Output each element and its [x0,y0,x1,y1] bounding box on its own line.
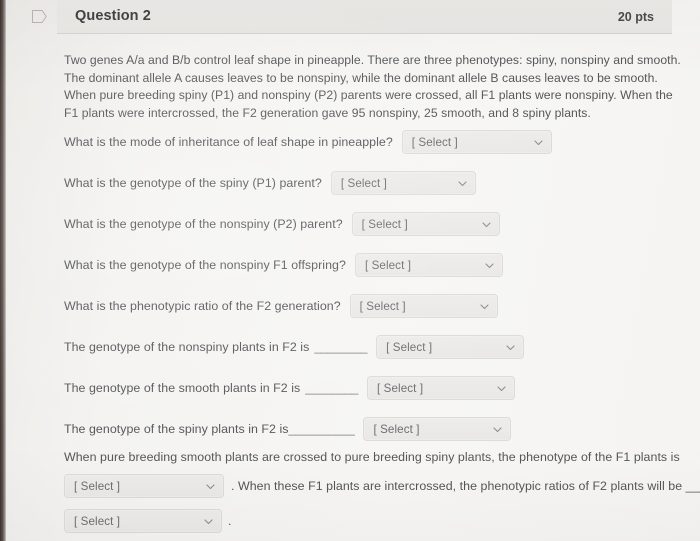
select-genotype-nonspiny-p2[interactable]: [ Select ] [351,212,500,236]
chevron-down-icon [534,138,543,147]
select-f2-phenotypic-ratios[interactable]: [ Select ] [64,509,222,533]
question-page: Question 2 20 pts Two genes A/a and B/b … [0,0,700,541]
question-header: Question 2 20 pts [57,0,672,34]
tail-text-after-select-2: . [228,514,232,528]
question-row-2: What is the genotype of the spiny (P1) p… [64,171,476,195]
chevron-down-icon [458,179,467,188]
page-title: Question 2 [75,8,151,24]
question-label-2: What is the genotype of the spiny (P1) p… [64,176,322,190]
tail-row-3: [ Select ] . [64,509,231,533]
select-value: [ Select ] [364,258,412,272]
question-row-5: What is the phenotypic ratio of the F2 g… [64,294,498,318]
question-label-7: The genotype of the smooth plants in F2 … [64,381,301,395]
chevron-down-icon [497,384,506,393]
question-row-7: The genotype of the smooth plants in F2 … [64,376,516,400]
question-row-3: What is the genotype of the nonspiny (P2… [64,212,500,236]
tail-text-line-1: When pure breeding smooth plants are cro… [64,450,680,464]
chevron-down-icon [206,482,215,491]
chevron-down-icon [506,343,515,352]
chevron-down-icon [485,261,494,270]
select-value: [ Select ] [74,514,121,528]
question-label-3: What is the genotype of the nonspiny (P2… [64,217,343,231]
question-label-8: The genotype of the spiny plants in F2 i… [64,422,289,436]
question-row-4: What is the genotype of the nonspiny F1 … [64,253,503,277]
tail-row-2: [ Select ] . When these F1 plants are in… [64,474,700,498]
select-mode-of-inheritance[interactable]: [ Select ] [401,130,552,154]
question-label-1: What is the mode of inheritance of leaf … [64,135,393,149]
select-genotype-nonspiny-f2[interactable]: [ Select ] [376,335,525,359]
select-genotype-spiny-f2[interactable]: [ Select ] [363,417,512,441]
points-badge: 20 pts [617,10,654,24]
question-blank-8: __________ [288,422,355,436]
select-phenotypic-ratio-f2[interactable]: [ Select ] [349,294,498,318]
select-genotype-spiny-p1[interactable]: [ Select ] [330,171,476,195]
chevron-down-icon [493,425,503,434]
select-value: [ Select ] [411,135,458,149]
select-value: [ Select ] [361,217,408,231]
question-row-8: The genotype of the spiny plants in F2 i… [64,417,512,441]
chevron-down-icon [204,517,213,526]
left-gutter [6,0,57,541]
select-genotype-smooth-f2[interactable]: [ Select ] [367,376,516,400]
select-value: [ Select ] [373,422,420,436]
select-value: [ Select ] [359,299,406,313]
select-value: [ Select ] [386,340,433,354]
select-value: [ Select ] [340,176,387,190]
tag-icon [32,10,47,23]
question-label-6: The genotype of the nonspiny plants in F… [64,340,310,354]
question-blank-7: ________ [305,381,359,395]
question-prompt-paragraph: Two genes A/a and B/b control leaf shape… [64,53,681,120]
select-genotype-nonspiny-f1[interactable]: [ Select ] [354,253,503,277]
select-f1-phenotype[interactable]: [ Select ] [64,474,224,498]
tail-text-after-select-1: . When these F1 plants are intercrossed,… [231,479,700,493]
question-row-6: The genotype of the nonspiny plants in F… [64,335,525,359]
select-value: [ Select ] [74,479,121,493]
question-content: Two genes A/a and B/b control leaf shape… [57,34,700,541]
question-blank-6: ________ [314,340,368,354]
question-row-1: What is the mode of inheritance of leaf … [64,130,552,154]
question-label-4: What is the genotype of the nonspiny F1 … [64,258,346,272]
chevron-down-icon [480,302,489,311]
chevron-down-icon [482,220,491,229]
select-value: [ Select ] [377,381,424,395]
question-label-5: What is the phenotypic ratio of the F2 g… [64,299,341,313]
